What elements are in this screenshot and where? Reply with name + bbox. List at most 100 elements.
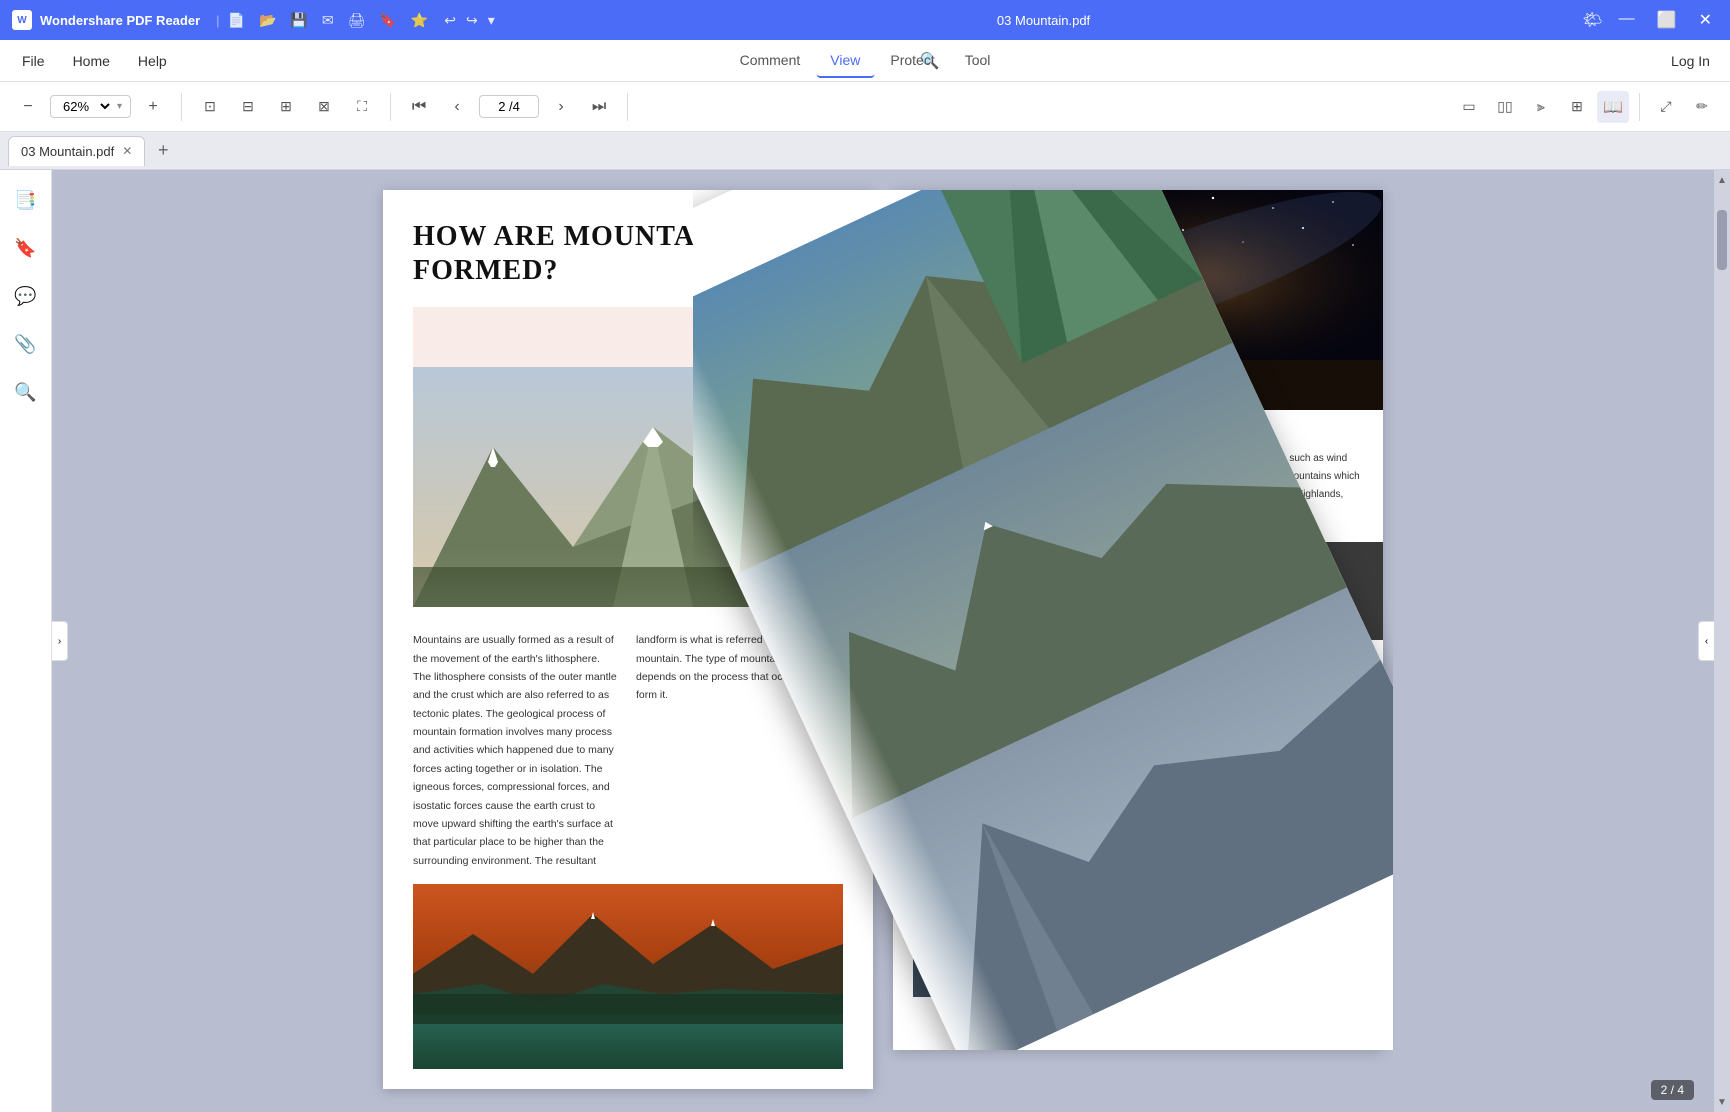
page-badge: 2 / 4 <box>1651 1080 1694 1100</box>
volcanic-title: 1. VOLCANIC <box>963 652 1045 667</box>
two-page-view-button[interactable]: ▯▯ <box>1489 91 1521 123</box>
book-view-button[interactable]: 📖 <box>1597 91 1629 123</box>
doc-tab-label: 03 Mountain.pdf <box>21 144 114 159</box>
add-tab-button[interactable]: + <box>149 137 177 165</box>
main-area: 📑 🔖 💬 📎 🔍 › HOW ARE MOUNTAINS FORMED? <box>0 170 1730 1112</box>
volcanic-section: 1. VOLCANIC TPoexamVosgSierra N <box>893 640 1383 764</box>
fullscreen-button[interactable]: ⤢ <box>1650 91 1682 123</box>
crop-button[interactable]: ⛶ <box>346 91 378 123</box>
single-page-view-button[interactable]: ▭ <box>1453 91 1485 123</box>
window-controls: 🌤 — ⬜ ✕ <box>1582 10 1718 30</box>
page3-night-sky-image <box>893 190 1383 410</box>
sidebar-search-button[interactable]: 🔍 <box>6 372 46 412</box>
weather-icon: 🌤 <box>1582 10 1602 30</box>
right-collapse-button[interactable]: ‹ <box>1698 621 1714 661</box>
tab-view[interactable]: View <box>816 44 874 78</box>
tab-protect[interactable]: Protect <box>876 44 948 78</box>
left-sidebar: 📑 🔖 💬 📎 🔍 <box>0 170 52 1112</box>
zoom-select[interactable]: 62% 50% 75% 100% <box>59 98 113 115</box>
save-file-icon[interactable]: 💾 <box>290 12 307 29</box>
tab-comment[interactable]: Comment <box>726 44 815 78</box>
right-scrollbar[interactable]: ▲ ▼ <box>1714 170 1730 1112</box>
page2-content: HOW ARE MOUNTAINS FORMED? <box>383 190 873 1089</box>
page2-body-col1: Mountains are usually formed as a result… <box>413 631 620 870</box>
left-collapse-button[interactable]: › <box>52 621 68 661</box>
menubar: File Home Help Comment View Protect Tool… <box>0 40 1730 82</box>
page2-body-col2: landform is what is referred to as a mou… <box>636 631 843 705</box>
toolbar: − 62% 50% 75% 100% ▾ + ⊡ ⊟ ⊞ ⊠ ⛶ ⏮ ‹ › ⏭… <box>0 82 1730 132</box>
tab-tool[interactable]: Tool <box>951 44 1005 78</box>
tabsbar: 03 Mountain.pdf ✕ + <box>0 132 1730 170</box>
grid-view-button[interactable]: ⊞ <box>1561 91 1593 123</box>
zoom-out-button[interactable]: − <box>12 91 44 123</box>
page2-mountain-image <box>413 367 843 607</box>
toolbar-right: ▭ ▯▯ ⫸ ⊞ 📖 ⤢ ✏ <box>1453 91 1718 123</box>
page2-text-col2: landform is what is referred to as a mou… <box>636 631 843 870</box>
sidebar-comment-button[interactable]: 💬 <box>6 276 46 316</box>
sidebar-bookmark-button[interactable]: 📑 <box>6 180 46 220</box>
page-number-input[interactable] <box>479 95 539 118</box>
volcanic-content: 1. VOLCANIC TPoexamVosgSierra N <box>963 652 1045 752</box>
pdf-content-area: HOW ARE MOUNTAINS FORMED? <box>52 170 1714 1112</box>
titlebar: W Wondershare PDF Reader | 📄 📂 💾 ✉ 🖨 🔖 ⭐… <box>0 0 1730 40</box>
restore-button[interactable]: ⬜ <box>1651 10 1683 30</box>
login-button[interactable]: Log In <box>1671 53 1710 69</box>
page2-text-section: Mountains are usually formed as a result… <box>413 631 843 870</box>
first-page-button[interactable]: ⏮ <box>403 91 435 123</box>
app-icon: W <box>12 10 32 30</box>
menu-home[interactable]: Home <box>71 49 112 73</box>
scroll-view-button[interactable]: ⫸ <box>1525 91 1557 123</box>
next-page-button[interactable]: › <box>545 91 577 123</box>
document-title: 03 Mountain.pdf <box>505 13 1583 28</box>
toolbar-sep-2 <box>390 93 391 121</box>
app-name: Wondershare PDF Reader <box>40 13 200 28</box>
doc-tab-active[interactable]: 03 Mountain.pdf ✕ <box>8 136 145 166</box>
scroll-up-button[interactable]: ▲ <box>1714 170 1730 190</box>
type-section-title: TYPE OF MOUNTARE THEY FOP <box>913 562 1363 620</box>
fit-width-button[interactable]: ⊟ <box>232 91 264 123</box>
page2-title: HOW ARE MOUNTAINS FORMED? <box>413 220 843 287</box>
redo-button[interactable]: ↪ <box>466 12 478 29</box>
menu-tabs-center: Comment View Protect Tool <box>726 44 1005 78</box>
menu-file[interactable]: File <box>20 49 47 73</box>
page3-text-content: MOUNTAINS ains are created n the uplifte… <box>893 410 1383 542</box>
scroll-thumb[interactable] <box>1717 210 1727 270</box>
undo-button[interactable]: ↩ <box>444 12 456 29</box>
bookmark2-icon[interactable]: ▾ <box>488 12 495 29</box>
zoom-in-button[interactable]: + <box>137 91 169 123</box>
star-icon[interactable]: ⭐ <box>411 12 428 29</box>
pdf-page-2: HOW ARE MOUNTAINS FORMED? <box>383 190 873 1089</box>
volcanic-teal-box <box>913 652 953 702</box>
bookmark-icon[interactable]: 🔖 <box>379 12 396 29</box>
undo-redo-group: ↩ ↪ ▾ <box>444 12 495 29</box>
pdf-page-3: MOUNTAINS ains are created n the uplifte… <box>893 190 1383 1050</box>
annotation-button[interactable]: ✏ <box>1686 91 1718 123</box>
scroll-down-button[interactable]: ▼ <box>1714 1092 1730 1112</box>
actual-size-button[interactable]: ⊠ <box>308 91 340 123</box>
type-of-mount-section: TYPE OF MOUNTARE THEY FOP <box>893 542 1383 640</box>
toolbar-sep-1 <box>181 93 182 121</box>
menu-help[interactable]: Help <box>136 49 169 73</box>
page3-rocky-mountain-image <box>913 797 1363 997</box>
fit-height-button[interactable]: ⊞ <box>270 91 302 123</box>
sidebar-thumbnail-button[interactable]: 🔖 <box>6 228 46 268</box>
last-page-button[interactable]: ⏭ <box>583 91 615 123</box>
page3-bottom-para: The c surface. fo what is called th and … <box>913 771 1363 789</box>
page2-text-col1: Mountains are usually formed as a result… <box>413 631 620 870</box>
sidebar-attachment-button[interactable]: 📎 <box>6 324 46 364</box>
close-button[interactable]: ✕ <box>1693 10 1718 30</box>
open-file-icon[interactable]: 📂 <box>259 12 276 29</box>
volcanic-body: TPoexamVosgSierra N <box>963 671 1045 752</box>
prev-page-button[interactable]: ‹ <box>441 91 473 123</box>
zoom-control[interactable]: 62% 50% 75% 100% ▾ <box>50 95 131 118</box>
minimize-button[interactable]: — <box>1613 10 1641 30</box>
new-file-icon[interactable]: 📄 <box>228 12 245 29</box>
doc-tab-close[interactable]: ✕ <box>122 144 132 158</box>
email-icon[interactable]: ✉ <box>322 12 334 29</box>
titlebar-file-icons: 📄 📂 💾 ✉ 🖨 🔖 ⭐ <box>228 12 429 29</box>
page2-lake-image <box>413 884 843 1069</box>
toolbar-sep-4 <box>1639 93 1640 121</box>
print-icon[interactable]: 🖨 <box>348 12 366 29</box>
fit-page-button[interactable]: ⊡ <box>194 91 226 123</box>
toolbar-sep-3 <box>627 93 628 121</box>
